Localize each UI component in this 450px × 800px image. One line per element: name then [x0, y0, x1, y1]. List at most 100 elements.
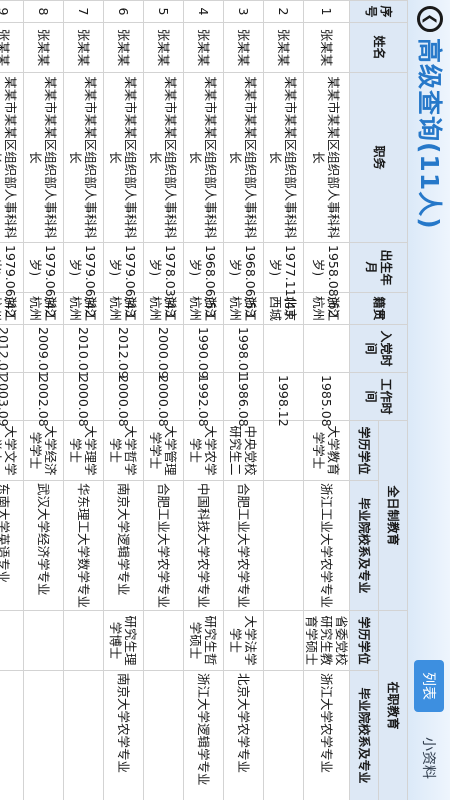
tab-list[interactable]: 列表	[414, 660, 444, 712]
cell-native: 浙江杭州	[223, 292, 264, 325]
cell-inservice-degree: 研究生哲学硕士	[183, 610, 224, 671]
cell-party: 2012.01	[0, 324, 24, 379]
table-row[interactable]: 9张某某某某市某某区组织部人事科科长1979.06(42岁)浙江杭州2012.0…	[0, 0, 24, 800]
cell-position: 某某市某某区组织部人事科科长	[23, 72, 64, 243]
cell-fulltime-degree: 大学文学学士	[0, 420, 24, 481]
cell-fulltime-degree: 大学教育学学士	[303, 420, 350, 481]
col-inservice-school: 毕业院校系及专业	[349, 670, 379, 800]
cell-fulltime-degree: 大学理学学士	[63, 420, 104, 481]
cell-inservice-school	[0, 670, 24, 800]
rotated-page: ❮ 高级查询(11人) 列表 小资料 序号 姓名 职务 出生年月 籍贯 入党时间…	[0, 0, 450, 800]
col-fulltime-group: 全日制教育	[378, 420, 408, 611]
results-table: 序号 姓名 职务 出生年月 籍贯 入党时间 工作时间 全日制教育 在职教育 学历…	[0, 0, 408, 800]
col-inservice-degree: 学历学位	[349, 610, 379, 671]
col-work: 工作时间	[349, 372, 408, 421]
cell-fulltime-degree: 大学农学学士	[183, 420, 224, 481]
cell-inservice-degree	[0, 610, 24, 671]
cell-native: 北京西城	[263, 292, 304, 325]
cell-party: 2012.09	[103, 324, 144, 379]
cell-fulltime-degree	[263, 420, 304, 481]
table-row[interactable]: 6 张某某 某某市某某区组织部人事科科长 1979.06(43岁) 浙江杭州 2012.0…	[103, 0, 144, 800]
back-icon[interactable]: ❮	[417, 6, 443, 32]
cell-party: 2000.09	[143, 324, 184, 379]
cell-name: 张某某	[263, 22, 304, 73]
cell-work: 1985.08	[303, 372, 350, 427]
cell-birth: 1979.06(42岁)	[63, 242, 104, 317]
cell-work: 2000.08	[103, 372, 144, 427]
cell-seq: 9	[0, 0, 24, 23]
cell-fulltime-school: 华东理工大学数学专业	[63, 480, 104, 611]
cell-position: 某某市某某区组织部人事科科长	[103, 72, 144, 243]
cell-native: 浙江杭州	[303, 292, 350, 325]
cell-seq: 7	[63, 0, 104, 23]
cell-party	[263, 324, 304, 373]
cell-name: 张某某	[0, 22, 24, 73]
cell-inservice-school	[263, 670, 304, 800]
cell-inservice-school: 北京大学农学专业	[223, 670, 264, 800]
cell-inservice-degree	[143, 610, 184, 671]
cell-work: 1986.08	[223, 372, 264, 427]
col-inservice-group: 在职教育	[378, 610, 408, 800]
cell-fulltime-school: 南京大学逻辑学专业	[103, 480, 144, 611]
table-row[interactable]: 8 张某某 某某市某某区组织部人事科科长 1979.06(42岁) 浙江杭州 2009.0…	[23, 0, 64, 800]
cell-position: 某某市某某区组织部人事科科长	[0, 72, 24, 243]
cell-work: 1992.08	[183, 372, 224, 427]
cell-position: 某某市某某区组织部人事科科长	[143, 72, 184, 243]
cell-birth: 1979.06(42岁)	[0, 242, 24, 317]
table-row[interactable]: 2 张某某 某某市某某区组织部人事科科长 1977.11(43岁) 北京西城 1998.1…	[263, 0, 304, 800]
cell-name: 张某某	[223, 22, 264, 73]
cell-inservice-degree	[63, 610, 104, 671]
cell-birth: 1978.03(43岁)	[143, 242, 184, 317]
cell-position: 某某市某某区组织部人事科科长	[263, 72, 304, 243]
cell-inservice-degree: 大学法学学士	[223, 610, 264, 671]
cell-name: 张某某	[143, 22, 184, 73]
cell-party: 1998.01	[223, 324, 264, 379]
table-row[interactable]: 5 张某某 某某市某某区组织部人事科科长 1978.03(43岁) 浙江杭州 2000.0…	[143, 0, 184, 800]
cell-party	[303, 324, 350, 373]
cell-seq: 3	[223, 0, 264, 23]
cell-inservice-degree	[263, 610, 304, 671]
cell-work: 2002.08	[23, 372, 64, 427]
cell-fulltime-degree: 中央党校研究生二	[223, 420, 264, 481]
cell-inservice-school: 浙江大学农学专业	[303, 670, 350, 800]
cell-birth: 1968.06(53岁)	[183, 242, 224, 317]
cell-position: 某某市某某区组织部人事科科长	[63, 72, 104, 243]
cell-seq: 2	[263, 0, 304, 23]
cell-name: 张某某	[303, 22, 350, 73]
cell-party: 2009.01	[23, 324, 64, 379]
cell-birth: 1958.08(62岁)	[303, 242, 350, 317]
cell-birth: 1968.06(53岁)	[223, 242, 264, 317]
table-row[interactable]: 1 张某某 某某市某某区组织部人事科科长 1958.08(62岁) 浙江杭州 1985.0…	[303, 0, 350, 800]
cell-work: 2000.08	[143, 372, 184, 427]
cell-fulltime-degree: 大学管理学学士	[143, 420, 184, 481]
cell-native: 浙江杭州	[63, 292, 104, 325]
page-title: 高级查询(11人)	[415, 38, 444, 230]
col-birth: 出生年月	[349, 242, 408, 293]
table-row[interactable]: 3 张某某 某某市某某区组织部人事科科长 1968.06(53岁) 浙江杭州 1998.0…	[223, 0, 264, 800]
cell-work: 2000.08	[63, 372, 104, 427]
col-fulltime-degree: 学历学位	[349, 420, 379, 481]
cell-work: 2003.09	[0, 372, 24, 427]
cell-seq: 8	[23, 0, 64, 23]
col-fulltime-school: 毕业院校系及专业	[349, 480, 379, 611]
table-row[interactable]: 4 张某某 某某市某某区组织部人事科科长 1968.06(53岁) 浙江杭州 1990.0…	[183, 0, 224, 800]
cell-seq: 6	[103, 0, 144, 23]
cell-native: 浙江杭州	[0, 292, 24, 325]
cell-fulltime-degree: 大学哲学学士	[103, 420, 144, 481]
cell-fulltime-school: 浙江工业大学农学专业	[303, 480, 350, 611]
cell-name: 张某某	[63, 22, 104, 73]
cell-seq: 5	[143, 0, 184, 23]
cell-birth: 1977.11(43岁)	[263, 242, 304, 317]
cell-name: 张某某	[183, 22, 224, 73]
table-row[interactable]: 7 张某某 某某市某某区组织部人事科科长 1979.06(42岁) 浙江杭州 2010.0…	[63, 0, 104, 800]
cell-inservice-school	[63, 670, 104, 800]
col-party: 入党时间	[349, 324, 408, 373]
cell-name: 张某某	[23, 22, 64, 73]
cell-inservice-degree: 省委党校研究生教育学硕士	[303, 610, 350, 671]
cell-fulltime-school: 东南大学英语专业	[0, 480, 24, 611]
tab-info[interactable]: 小资料	[414, 724, 444, 792]
cell-work: 1998.12	[263, 372, 304, 427]
col-position: 职务	[349, 72, 408, 243]
header-bar: ❮ 高级查询(11人) 列表 小资料	[407, 0, 450, 800]
cell-position: 某某市某某区组织部人事科科长	[223, 72, 264, 243]
